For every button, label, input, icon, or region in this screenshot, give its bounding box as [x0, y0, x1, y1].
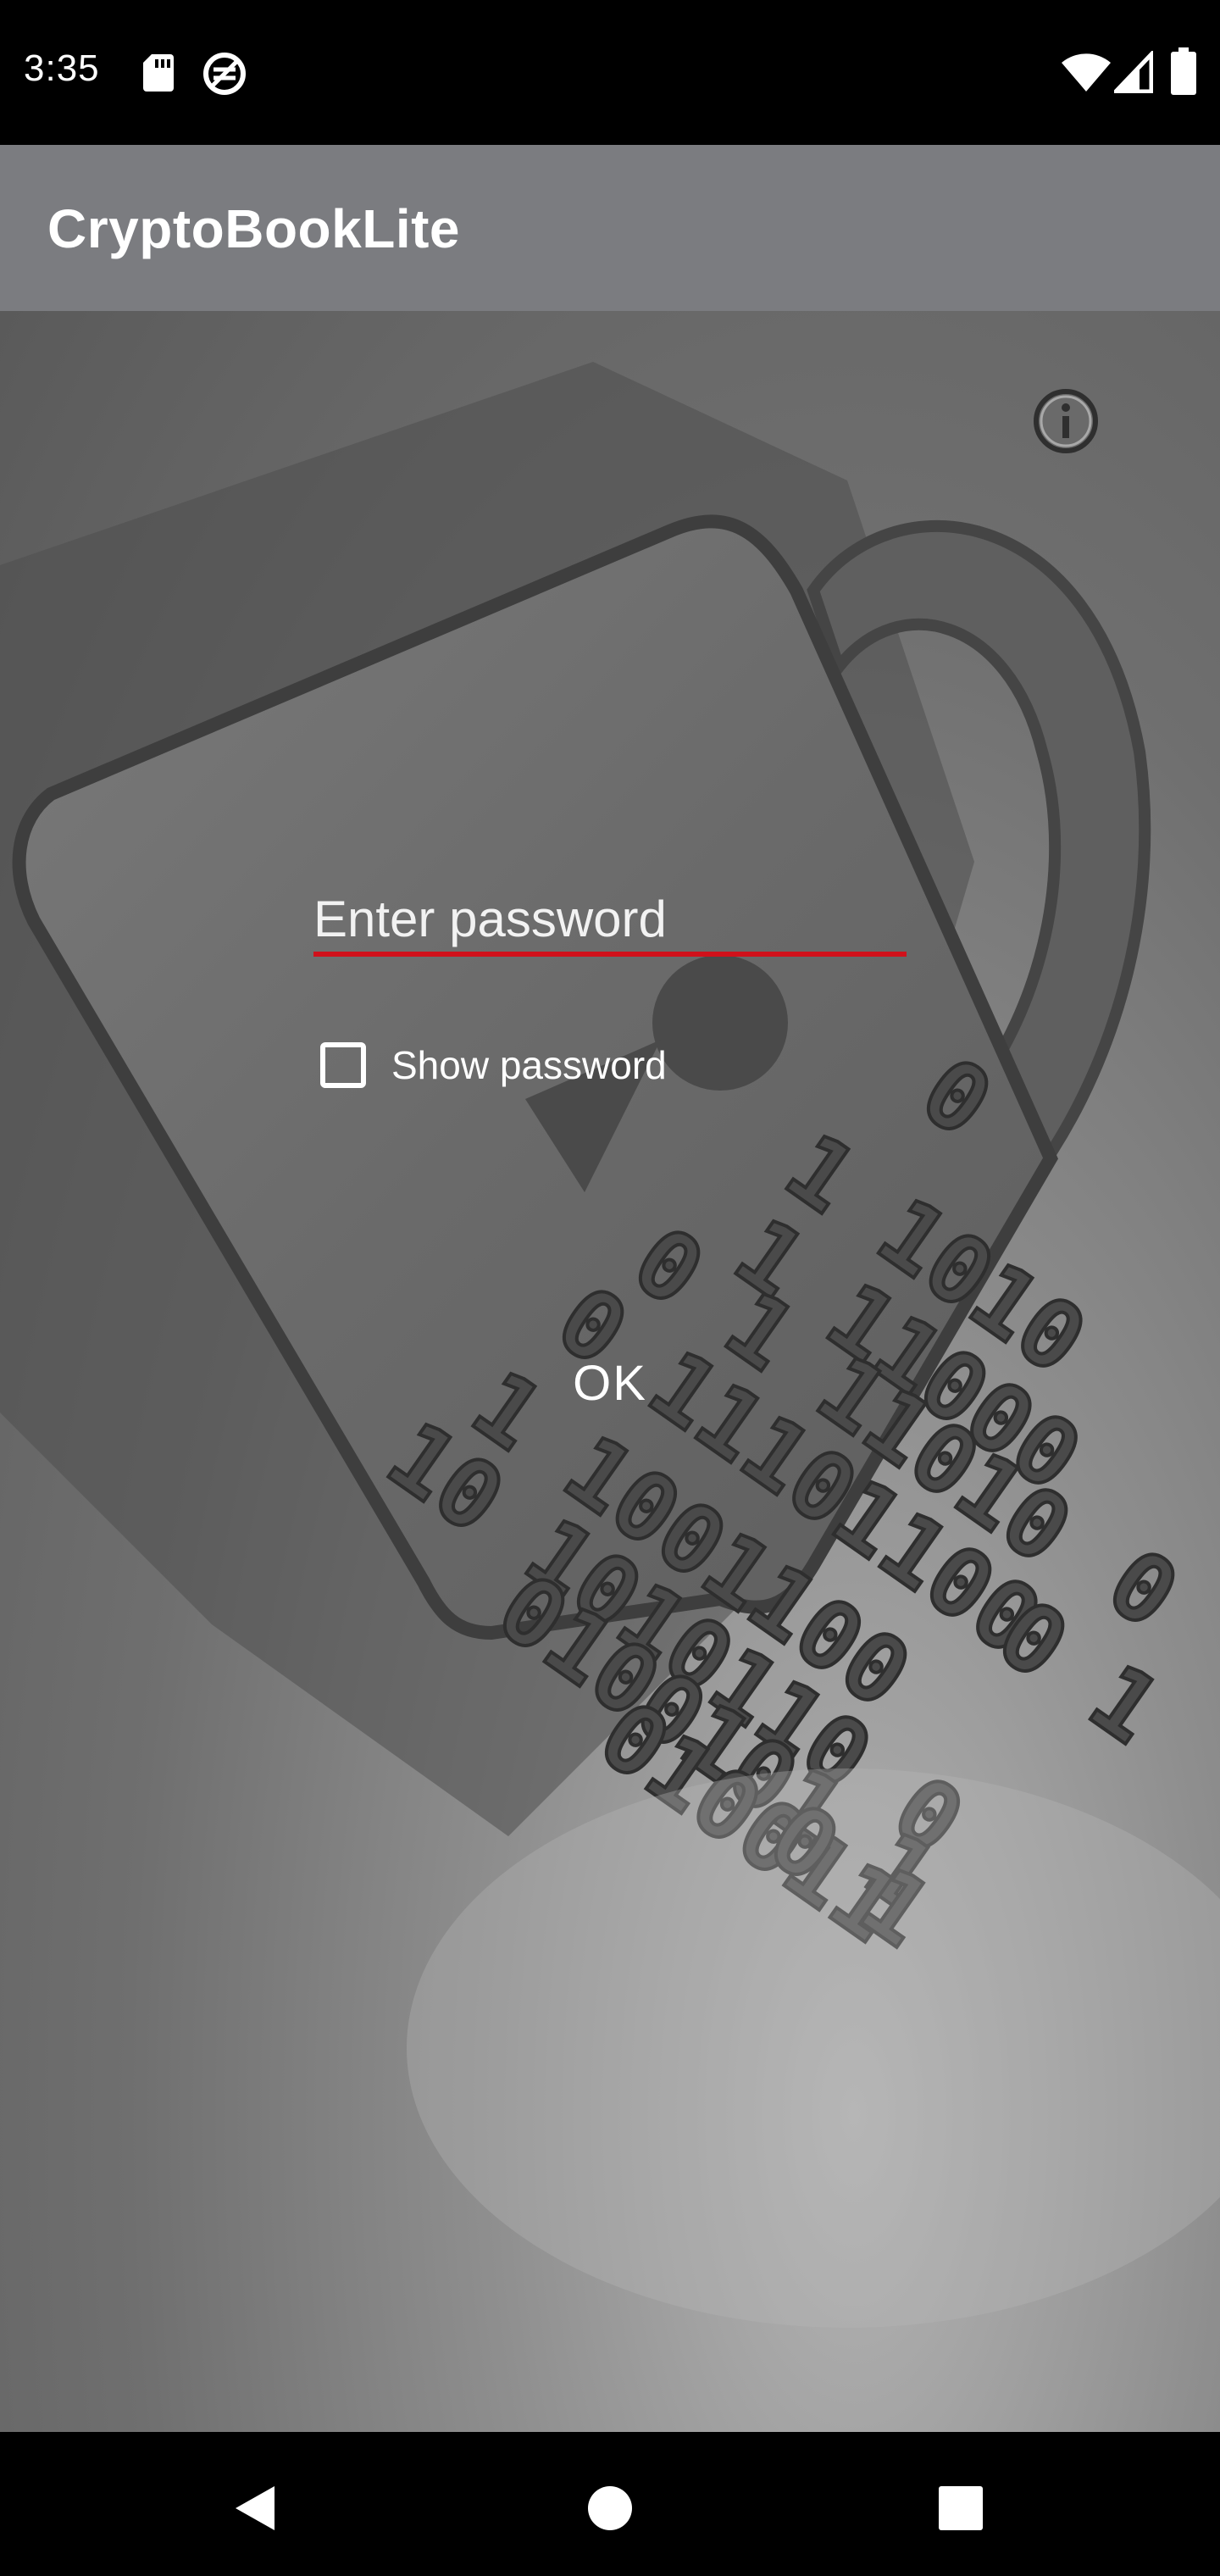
home-icon[interactable] — [586, 2484, 634, 2532]
show-password-row[interactable]: Show password — [320, 1038, 667, 1092]
login-screen: 0 1 1010 1 11000 0 1 11010 0 11101100 1 … — [0, 311, 1220, 2432]
battery-icon — [1171, 47, 1196, 95]
wifi-icon — [1062, 53, 1111, 92]
ok-button[interactable]: OK — [525, 1336, 695, 1430]
recents-icon[interactable] — [937, 2484, 984, 2532]
back-icon[interactable] — [230, 2483, 278, 2534]
info-icon[interactable] — [1032, 387, 1100, 455]
sync-icon — [203, 53, 246, 95]
password-input[interactable] — [313, 886, 907, 957]
status-bar: 3:35 — [0, 0, 1220, 145]
app-title: CryptoBookLite — [47, 198, 460, 259]
sd-card-icon — [143, 54, 174, 92]
navigation-bar — [0, 2432, 1220, 2576]
app-bar: CryptoBookLite — [0, 145, 1220, 311]
show-password-checkbox[interactable] — [320, 1042, 366, 1088]
show-password-label: Show password — [391, 1043, 667, 1087]
status-time: 3:35 — [24, 47, 100, 89]
signal-icon — [1114, 51, 1153, 93]
